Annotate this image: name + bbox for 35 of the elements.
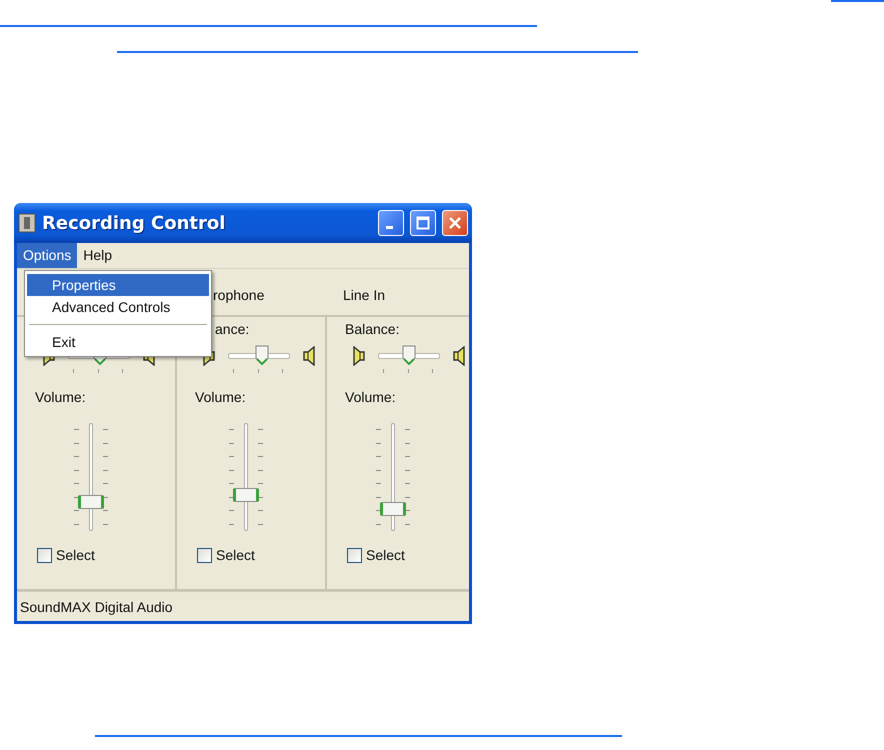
checkbox[interactable] (347, 548, 362, 562)
checkbox-label[interactable]: Select (216, 547, 255, 563)
menu-item[interactable]: Help (77, 243, 118, 268)
volume-label: Volume: (195, 389, 246, 405)
app-icon (18, 213, 36, 233)
channel-name: rophone (213, 287, 264, 303)
volume-label: Volume: (35, 389, 86, 405)
checkbox[interactable] (197, 548, 212, 562)
slider-thumb[interactable] (402, 345, 416, 365)
minimize-button[interactable] (378, 210, 404, 236)
balance-label: ance: (215, 321, 250, 337)
menu-item[interactable]: Advanced Controls (27, 296, 209, 318)
checkbox-label[interactable]: Select (366, 547, 405, 563)
window-title: Recording Control (42, 212, 226, 234)
close-icon (448, 216, 462, 230)
minimize-icon (386, 226, 392, 228)
volume-label: Volume: (345, 389, 396, 405)
menu-item[interactable]: Options (17, 243, 78, 268)
checkbox[interactable] (37, 548, 52, 562)
status-bar: SoundMAX Digital Audio (17, 590, 469, 622)
menu-item[interactable]: Properties (27, 274, 209, 296)
checkbox-label[interactable]: Select (56, 547, 95, 563)
slider-thumb[interactable] (233, 488, 259, 502)
maximize-icon (416, 216, 430, 230)
close-button[interactable] (442, 210, 468, 236)
volume-slider[interactable] (78, 423, 104, 531)
menu-item[interactable]: Exit (27, 331, 209, 353)
maximize-button[interactable] (410, 210, 436, 236)
balance-label: Balance: (345, 321, 400, 337)
volume-slider[interactable] (233, 423, 259, 531)
slider-thumb[interactable] (380, 502, 406, 516)
volume-slider[interactable] (380, 423, 406, 531)
channel-name: Line In (343, 287, 386, 303)
slider-thumb[interactable] (255, 345, 270, 365)
slider-thumb[interactable] (78, 495, 104, 510)
